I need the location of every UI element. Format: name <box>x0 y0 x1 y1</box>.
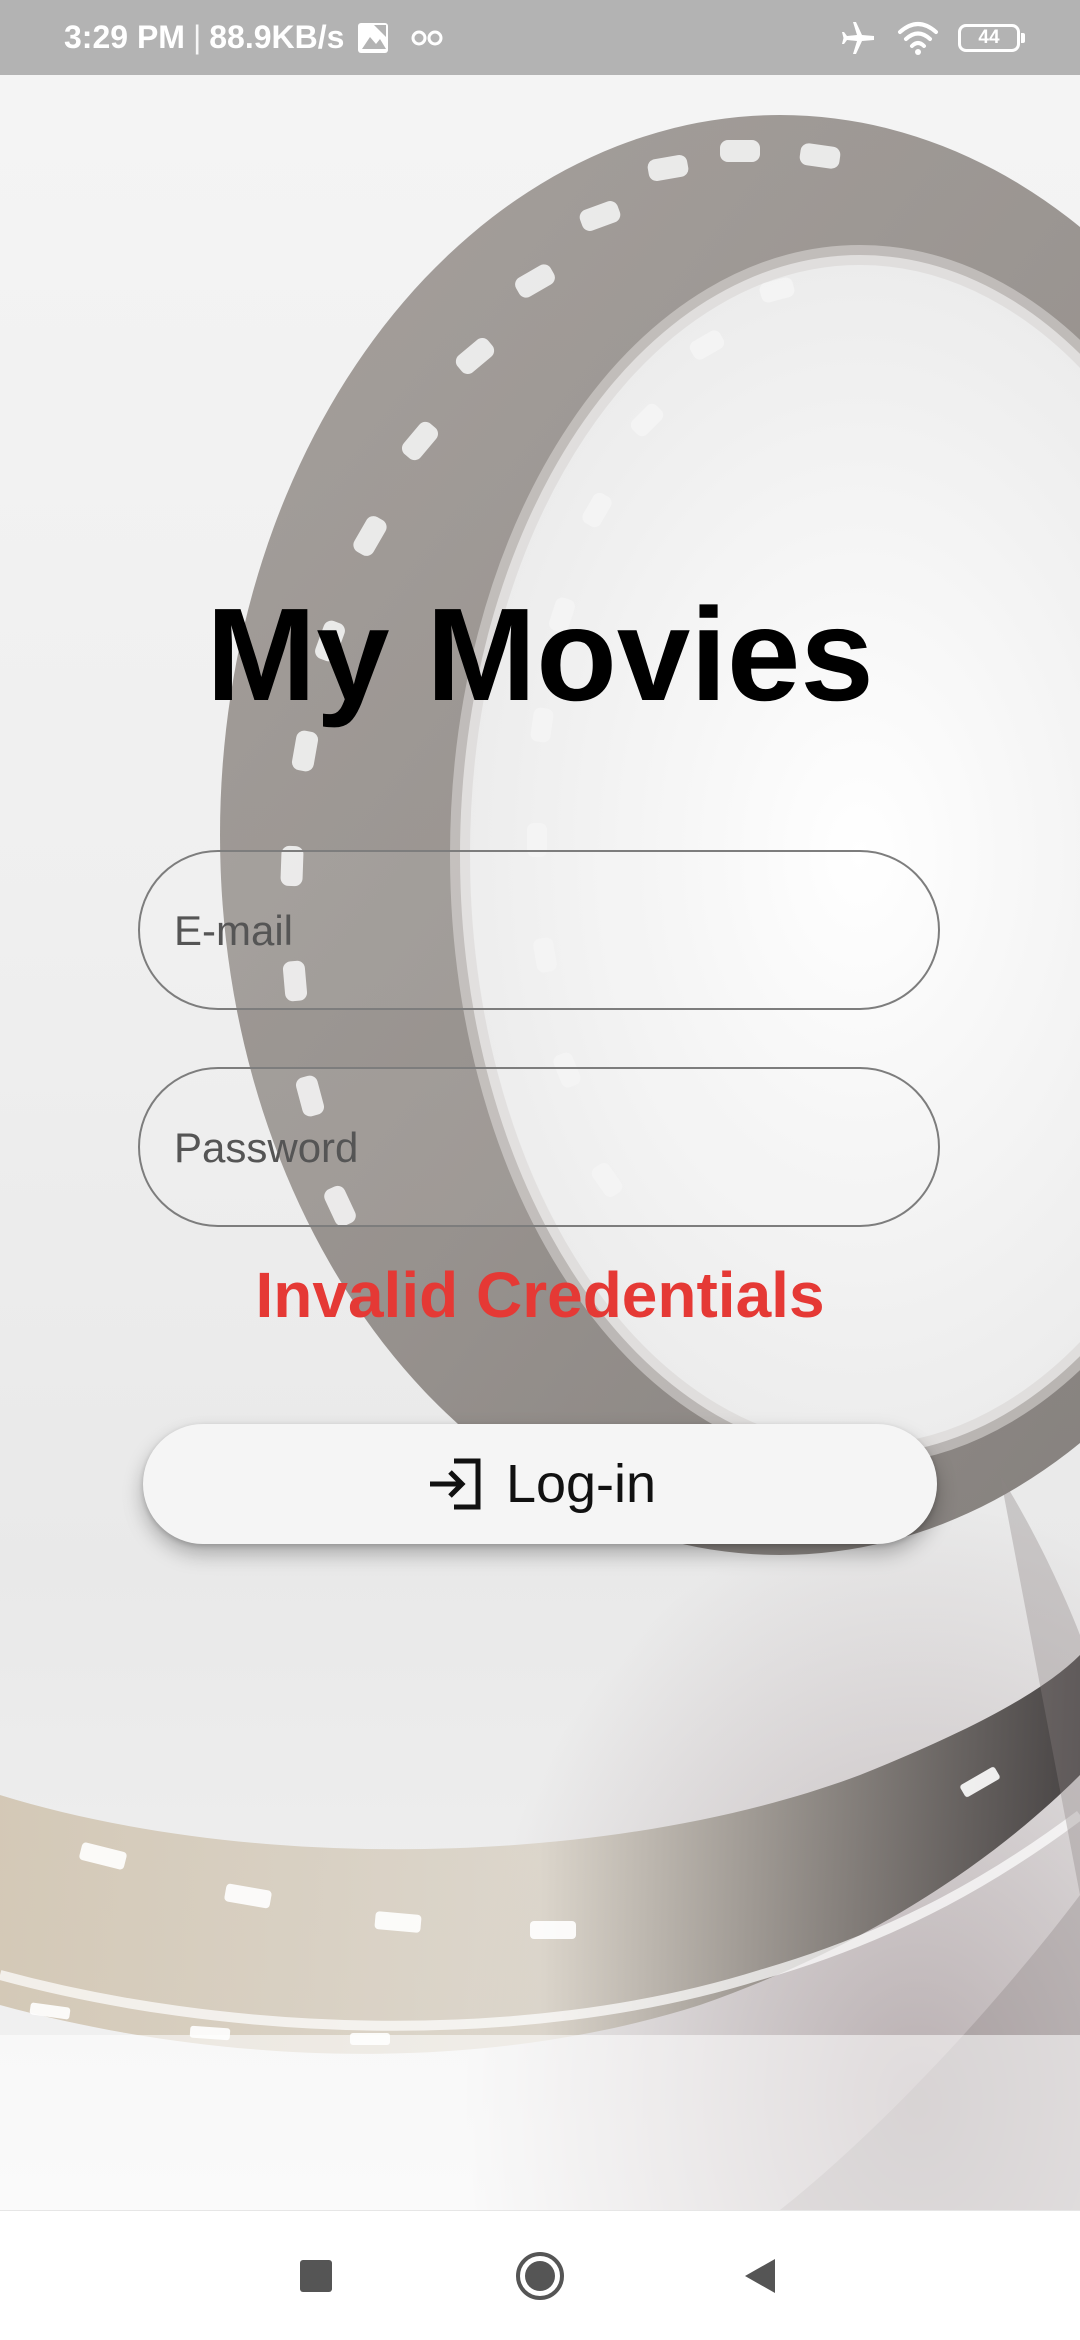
home-button[interactable] <box>510 2246 570 2306</box>
login-icon <box>424 1457 484 1511</box>
image-icon <box>356 21 390 55</box>
navigation-bar <box>0 2210 1080 2340</box>
password-field-container[interactable] <box>138 1067 940 1227</box>
status-bar: 3:29 PM | 88.9KB/s 44 <box>0 0 1080 75</box>
airplane-icon <box>838 18 878 58</box>
app-title: My Movies <box>206 581 874 728</box>
login-button-label: Log-in <box>505 1454 657 1514</box>
password-field[interactable] <box>172 1069 896 1227</box>
home-icon <box>514 2250 566 2302</box>
network-speed: 88.9KB/s <box>209 19 345 55</box>
infinity-icon <box>410 29 444 47</box>
back-icon <box>743 2257 777 2295</box>
battery-level: 44 <box>978 26 1000 48</box>
status-right: 44 <box>838 0 1025 75</box>
login-screen: 3:29 PM | 88.9KB/s 44 My Movies E-mail I… <box>0 0 1080 2340</box>
email-field-container[interactable] <box>138 850 940 1010</box>
recents-icon <box>299 2259 333 2293</box>
login-button[interactable]: Log-in <box>143 1424 937 1544</box>
error-message: Invalid Credentials <box>255 1259 825 1331</box>
back-button[interactable] <box>730 2246 790 2306</box>
wifi-icon <box>896 20 940 56</box>
status-time: 3:29 PM <box>64 19 185 55</box>
status-separator: | <box>192 19 202 55</box>
battery-icon: 44 <box>958 23 1025 52</box>
email-field[interactable] <box>172 852 896 1010</box>
status-left: 3:29 PM | 88.9KB/s <box>64 0 444 75</box>
recents-button[interactable] <box>286 2246 346 2306</box>
